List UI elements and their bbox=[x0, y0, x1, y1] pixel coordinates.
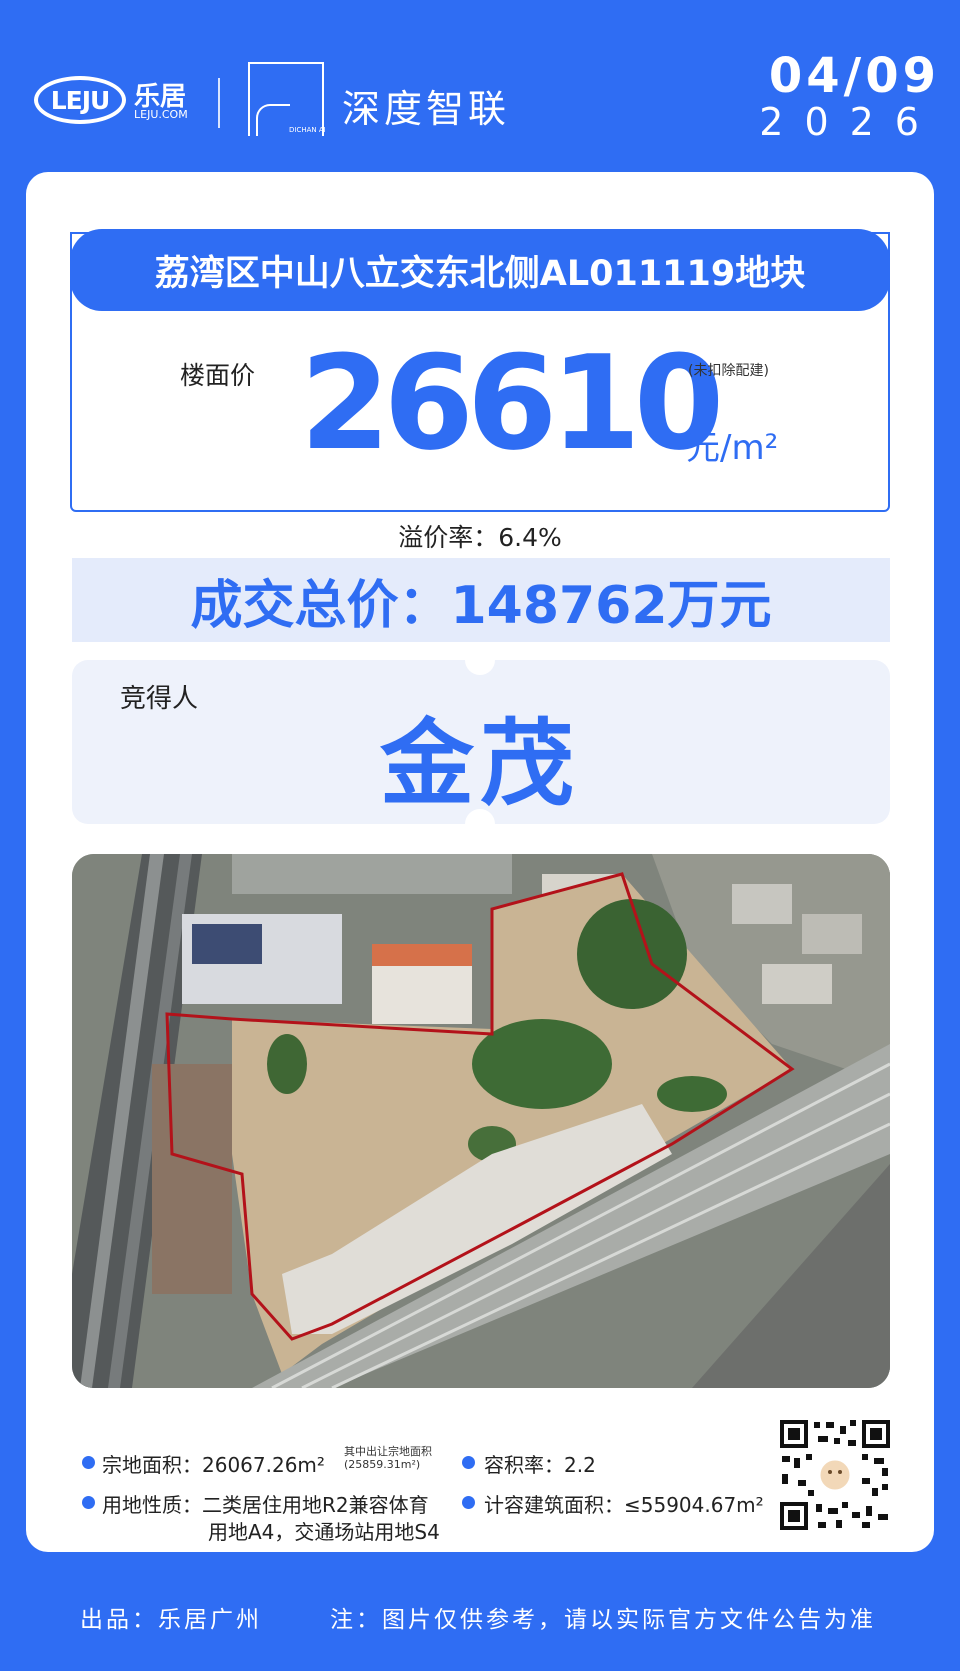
plot-title: 荔湾区中山八立交东北侧AL011119地块 bbox=[70, 229, 890, 311]
header-divider bbox=[218, 78, 220, 128]
leju-logo: LEJU bbox=[34, 76, 126, 124]
floor-price-note: (未扣除配建) bbox=[688, 363, 769, 379]
floor-price-label: 楼面价 bbox=[180, 361, 256, 390]
total-price: 成交总价：148762万元 bbox=[72, 558, 890, 642]
aerial-photo-illustration bbox=[72, 854, 890, 1388]
aerial-photo bbox=[72, 854, 890, 1388]
winner-name: 金茂 bbox=[379, 710, 580, 819]
floor-price-unit: 元/m² bbox=[686, 428, 779, 468]
footer-disclaimer: 注：图片仅供参考，请以实际官方文件公告为准 bbox=[330, 1607, 876, 1633]
land-use-line-1: 用地性质：二类居住用地R2兼容体育 bbox=[102, 1493, 429, 1517]
date-year: 2026 bbox=[759, 100, 940, 144]
site-area-note-2: (25859.31m²) bbox=[344, 1458, 421, 1471]
bullet-site-area bbox=[82, 1456, 95, 1469]
qr-code[interactable] bbox=[778, 1418, 892, 1532]
land-use-line-2: 用地A4，交通场站用地S4 bbox=[208, 1520, 440, 1544]
site-area-note-1: 其中出让宗地面积 bbox=[344, 1445, 432, 1458]
winner-panel-notch-top bbox=[465, 645, 495, 675]
bullet-gfa bbox=[462, 1496, 475, 1509]
partner-name: 深度智联 bbox=[342, 87, 511, 131]
site-area: 宗地面积：26067.26m² bbox=[102, 1453, 325, 1477]
floor-area-ratio: 容积率：2.2 bbox=[484, 1453, 596, 1477]
gross-floor-area: 计容建筑面积：≤55904.67m² bbox=[484, 1493, 764, 1517]
leju-logo-url: LEJU.COM bbox=[134, 108, 188, 121]
bullet-far bbox=[462, 1456, 475, 1469]
dichan-ai-logo-text: DICHAN AI bbox=[289, 126, 326, 134]
dichan-ai-logo-mark bbox=[256, 104, 290, 136]
bullet-land-use bbox=[82, 1496, 95, 1509]
footer-producer: 出品：乐居广州 bbox=[80, 1607, 262, 1633]
date-month-day: 04/09 bbox=[768, 48, 940, 104]
premium-rate: 溢价率：6.4% bbox=[398, 523, 562, 552]
floor-price-value: 26610 bbox=[300, 327, 724, 479]
